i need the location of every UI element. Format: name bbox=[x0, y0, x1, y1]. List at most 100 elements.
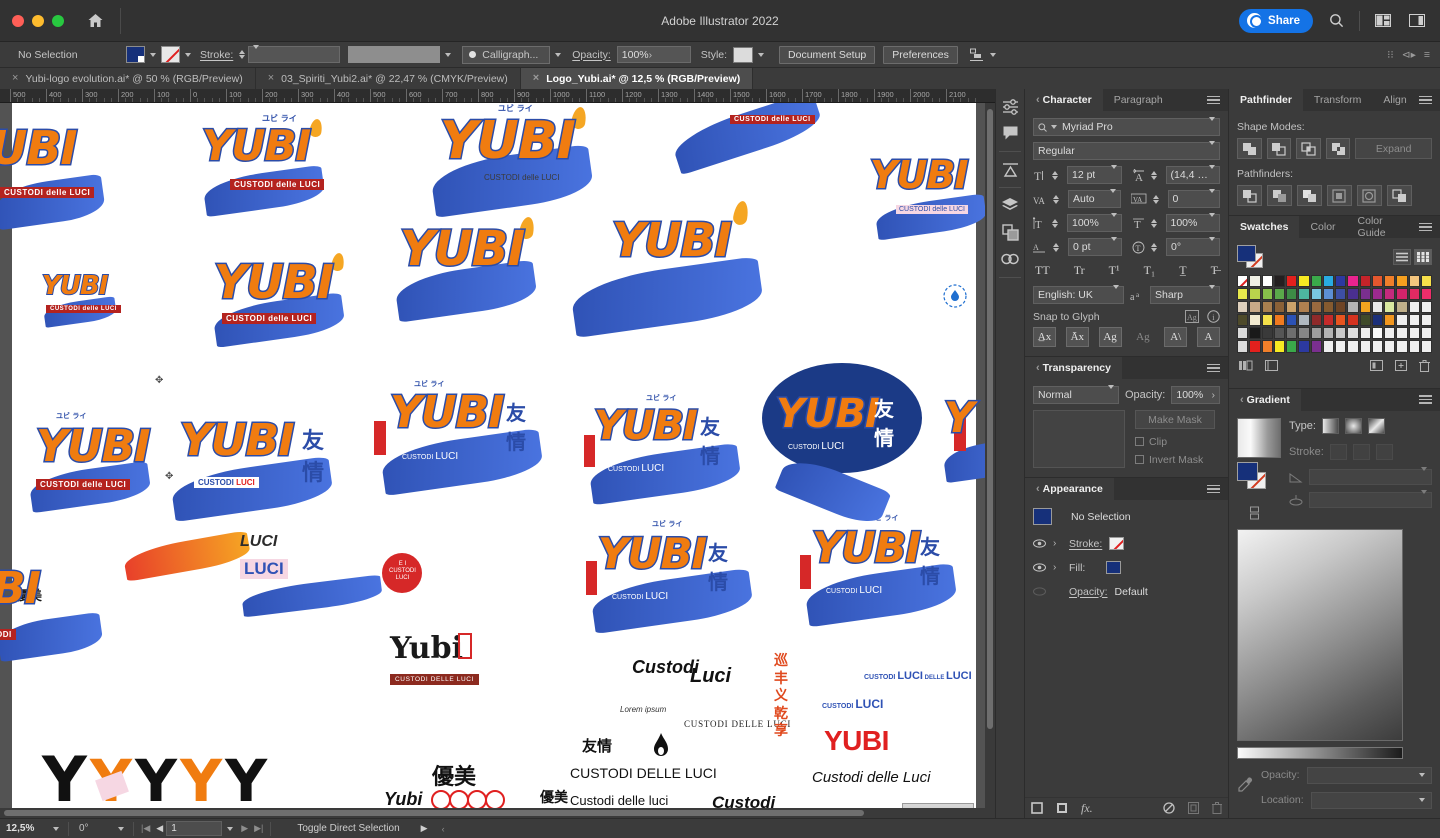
swatch-cell[interactable] bbox=[1408, 314, 1420, 327]
swatch-cell[interactable] bbox=[1408, 288, 1420, 301]
swatch-cell[interactable] bbox=[1322, 275, 1334, 288]
horizontal-scrollbar-thumb[interactable] bbox=[4, 810, 864, 816]
maximize-window-button[interactable] bbox=[52, 14, 64, 27]
vertical-scale-stepper[interactable] bbox=[1052, 218, 1058, 228]
gradient-fill-stroke-indicator[interactable] bbox=[1237, 461, 1267, 496]
brush-definition-field[interactable]: Calligraph... bbox=[462, 45, 551, 64]
tab-character[interactable]: Character bbox=[1025, 89, 1103, 111]
artboard-caret-icon[interactable] bbox=[227, 826, 234, 831]
new-swatch-icon[interactable] bbox=[1395, 360, 1407, 374]
swatch-cell[interactable] bbox=[1371, 340, 1383, 353]
invert-mask-checkbox-box[interactable] bbox=[1135, 455, 1144, 464]
logo-artwork[interactable]: YUBI bbox=[393, 215, 539, 323]
gradient-panel-menu-icon[interactable] bbox=[1419, 395, 1440, 404]
kerning-field[interactable]: Auto bbox=[1068, 189, 1121, 208]
swatch-cell[interactable] bbox=[1273, 288, 1285, 301]
swatch-cell[interactable] bbox=[1347, 288, 1359, 301]
swatch-cell[interactable] bbox=[1335, 288, 1347, 301]
superscript-icon[interactable]: T¹ bbox=[1109, 263, 1120, 278]
document-tab-1[interactable]: × 03_Spiriti_Yubi2.ai* @ 22,47 % (CMYK/P… bbox=[255, 68, 521, 89]
swatch-cell[interactable] bbox=[1408, 301, 1420, 314]
tab-pathfinder[interactable]: Pathfinder bbox=[1229, 89, 1303, 111]
swatch-cell[interactable] bbox=[1335, 275, 1347, 288]
swatch-cell[interactable] bbox=[1237, 340, 1249, 353]
stroke-visibility-icon[interactable] bbox=[1033, 539, 1046, 548]
swatch-cell[interactable] bbox=[1396, 301, 1408, 314]
swatch-cell[interactable] bbox=[1261, 314, 1273, 327]
control-bar-menu-icon[interactable]: ≡ bbox=[1424, 49, 1430, 61]
pathfinder-panel-menu-icon[interactable] bbox=[1419, 95, 1440, 105]
gradient-slider[interactable] bbox=[1237, 746, 1403, 759]
close-tab-icon[interactable]: × bbox=[268, 73, 274, 84]
horizontal-scale-stepper[interactable] bbox=[1150, 218, 1157, 228]
apply-gradient-within-stroke-icon[interactable] bbox=[1329, 443, 1347, 460]
logo-artwork[interactable]: UBI CUSTODI delle LUCI bbox=[0, 120, 107, 231]
radial-gradient-icon[interactable] bbox=[1344, 417, 1362, 434]
divide-icon[interactable] bbox=[1237, 185, 1262, 206]
text-sample[interactable]: Custodi bbox=[712, 793, 775, 808]
gradient-aspect-field[interactable] bbox=[1309, 489, 1432, 508]
swatch-cell[interactable] bbox=[1286, 340, 1298, 353]
opacity-field[interactable]: 100% › bbox=[616, 46, 691, 63]
swatch-cell[interactable] bbox=[1286, 288, 1298, 301]
stroke-expand-icon[interactable]: › bbox=[1053, 538, 1062, 549]
appearance-fill-label[interactable]: Fill: bbox=[1069, 562, 1085, 574]
links-icon[interactable] bbox=[997, 246, 1023, 272]
swatch-cell[interactable] bbox=[1384, 314, 1396, 327]
new-color-group-icon[interactable] bbox=[1370, 360, 1383, 374]
appearance-fill-row[interactable]: › Fill: bbox=[1033, 557, 1220, 578]
swatch-cell[interactable] bbox=[1396, 327, 1408, 340]
leading-field[interactable]: (14,4 pt) bbox=[1165, 165, 1220, 184]
swatch-cell[interactable] bbox=[1249, 314, 1261, 327]
tab-gradient[interactable]: Gradient bbox=[1229, 388, 1301, 411]
collapse-icon[interactable]: ‹ bbox=[439, 824, 448, 834]
fill-stroke-indicator[interactable] bbox=[1237, 245, 1263, 269]
swatch-cell[interactable] bbox=[1384, 288, 1396, 301]
horizontal-ruler[interactable]: 500 400 300 200 100 0 100 200 300 400 500 600 700 800… bbox=[0, 89, 995, 103]
swatch-cell[interactable] bbox=[1420, 340, 1432, 353]
kerning-stepper[interactable] bbox=[1053, 194, 1059, 204]
text-sample[interactable]: CUSTODI LUCI bbox=[822, 697, 883, 711]
logo-artwork[interactable]: YUBI CUSTODI delle LUCI bbox=[868, 152, 988, 241]
control-bar-overflow-icon[interactable]: ⁝⁝ bbox=[1387, 49, 1394, 61]
document-tab-2[interactable]: × Logo_Yubi.ai* @ 12,5 % (RGB/Preview) bbox=[520, 68, 754, 89]
swatch-cell[interactable] bbox=[1249, 288, 1261, 301]
list-view-icon[interactable] bbox=[1393, 249, 1411, 265]
snap-italic-icon[interactable]: A bbox=[1196, 327, 1220, 347]
transparency-opacity-field[interactable]: 100% › bbox=[1171, 386, 1220, 404]
logo-artwork[interactable]: ユビ ライ YUBI 友情 CUSTODI LUCI bbox=[800, 514, 959, 628]
clip-checkbox-box[interactable] bbox=[1135, 437, 1144, 446]
appearance-target-row[interactable]: No Selection bbox=[1033, 506, 1220, 527]
close-tab-icon[interactable]: × bbox=[12, 73, 18, 84]
preferences-button[interactable]: Preferences bbox=[883, 45, 958, 64]
search-icon[interactable] bbox=[1325, 10, 1347, 32]
swatch-cell[interactable] bbox=[1335, 301, 1347, 314]
character-rotation-field[interactable]: 0° bbox=[1166, 237, 1220, 256]
logo-artwork[interactable]: ユビ ライ YUBI 友情 CUSTODI LUCI bbox=[586, 520, 755, 634]
logo-artwork[interactable]: BI ODI bbox=[0, 562, 104, 663]
fill-visibility-icon[interactable] bbox=[1033, 563, 1046, 572]
transparency-panel-menu-icon[interactable] bbox=[1207, 363, 1228, 373]
swatch-cell[interactable] bbox=[1384, 340, 1396, 353]
swatch-cell[interactable] bbox=[1396, 340, 1408, 353]
swatch-cell[interactable] bbox=[1310, 314, 1322, 327]
logo-artwork[interactable]: Y bbox=[942, 392, 995, 484]
anti-aliasing-field[interactable]: Sharp bbox=[1150, 285, 1220, 304]
rotation-value[interactable]: 0° bbox=[73, 823, 113, 834]
tab-color[interactable]: Color bbox=[1299, 216, 1346, 238]
swatch-cell[interactable] bbox=[1298, 288, 1310, 301]
swatch-cell[interactable] bbox=[1273, 314, 1285, 327]
text-sample[interactable]: Custodi delle Luci bbox=[812, 769, 930, 786]
gradient-location-field[interactable] bbox=[1310, 791, 1432, 809]
subscript-icon[interactable]: T₁ bbox=[1144, 263, 1156, 278]
unite-icon[interactable] bbox=[1237, 138, 1262, 159]
stroke-profile-field[interactable] bbox=[348, 46, 441, 63]
swatch-cell[interactable] bbox=[1310, 275, 1322, 288]
swatch-cell[interactable] bbox=[1384, 327, 1396, 340]
swatch-cell[interactable] bbox=[1249, 275, 1261, 288]
stroke-weight-stepper[interactable] bbox=[239, 50, 246, 59]
logo-artwork[interactable]: YUBI 友情 CUSTODI LUCI bbox=[169, 414, 335, 522]
swatch-cell[interactable] bbox=[1408, 340, 1420, 353]
vertical-scrollbar[interactable] bbox=[985, 103, 995, 808]
swatch-cell[interactable] bbox=[1420, 275, 1432, 288]
